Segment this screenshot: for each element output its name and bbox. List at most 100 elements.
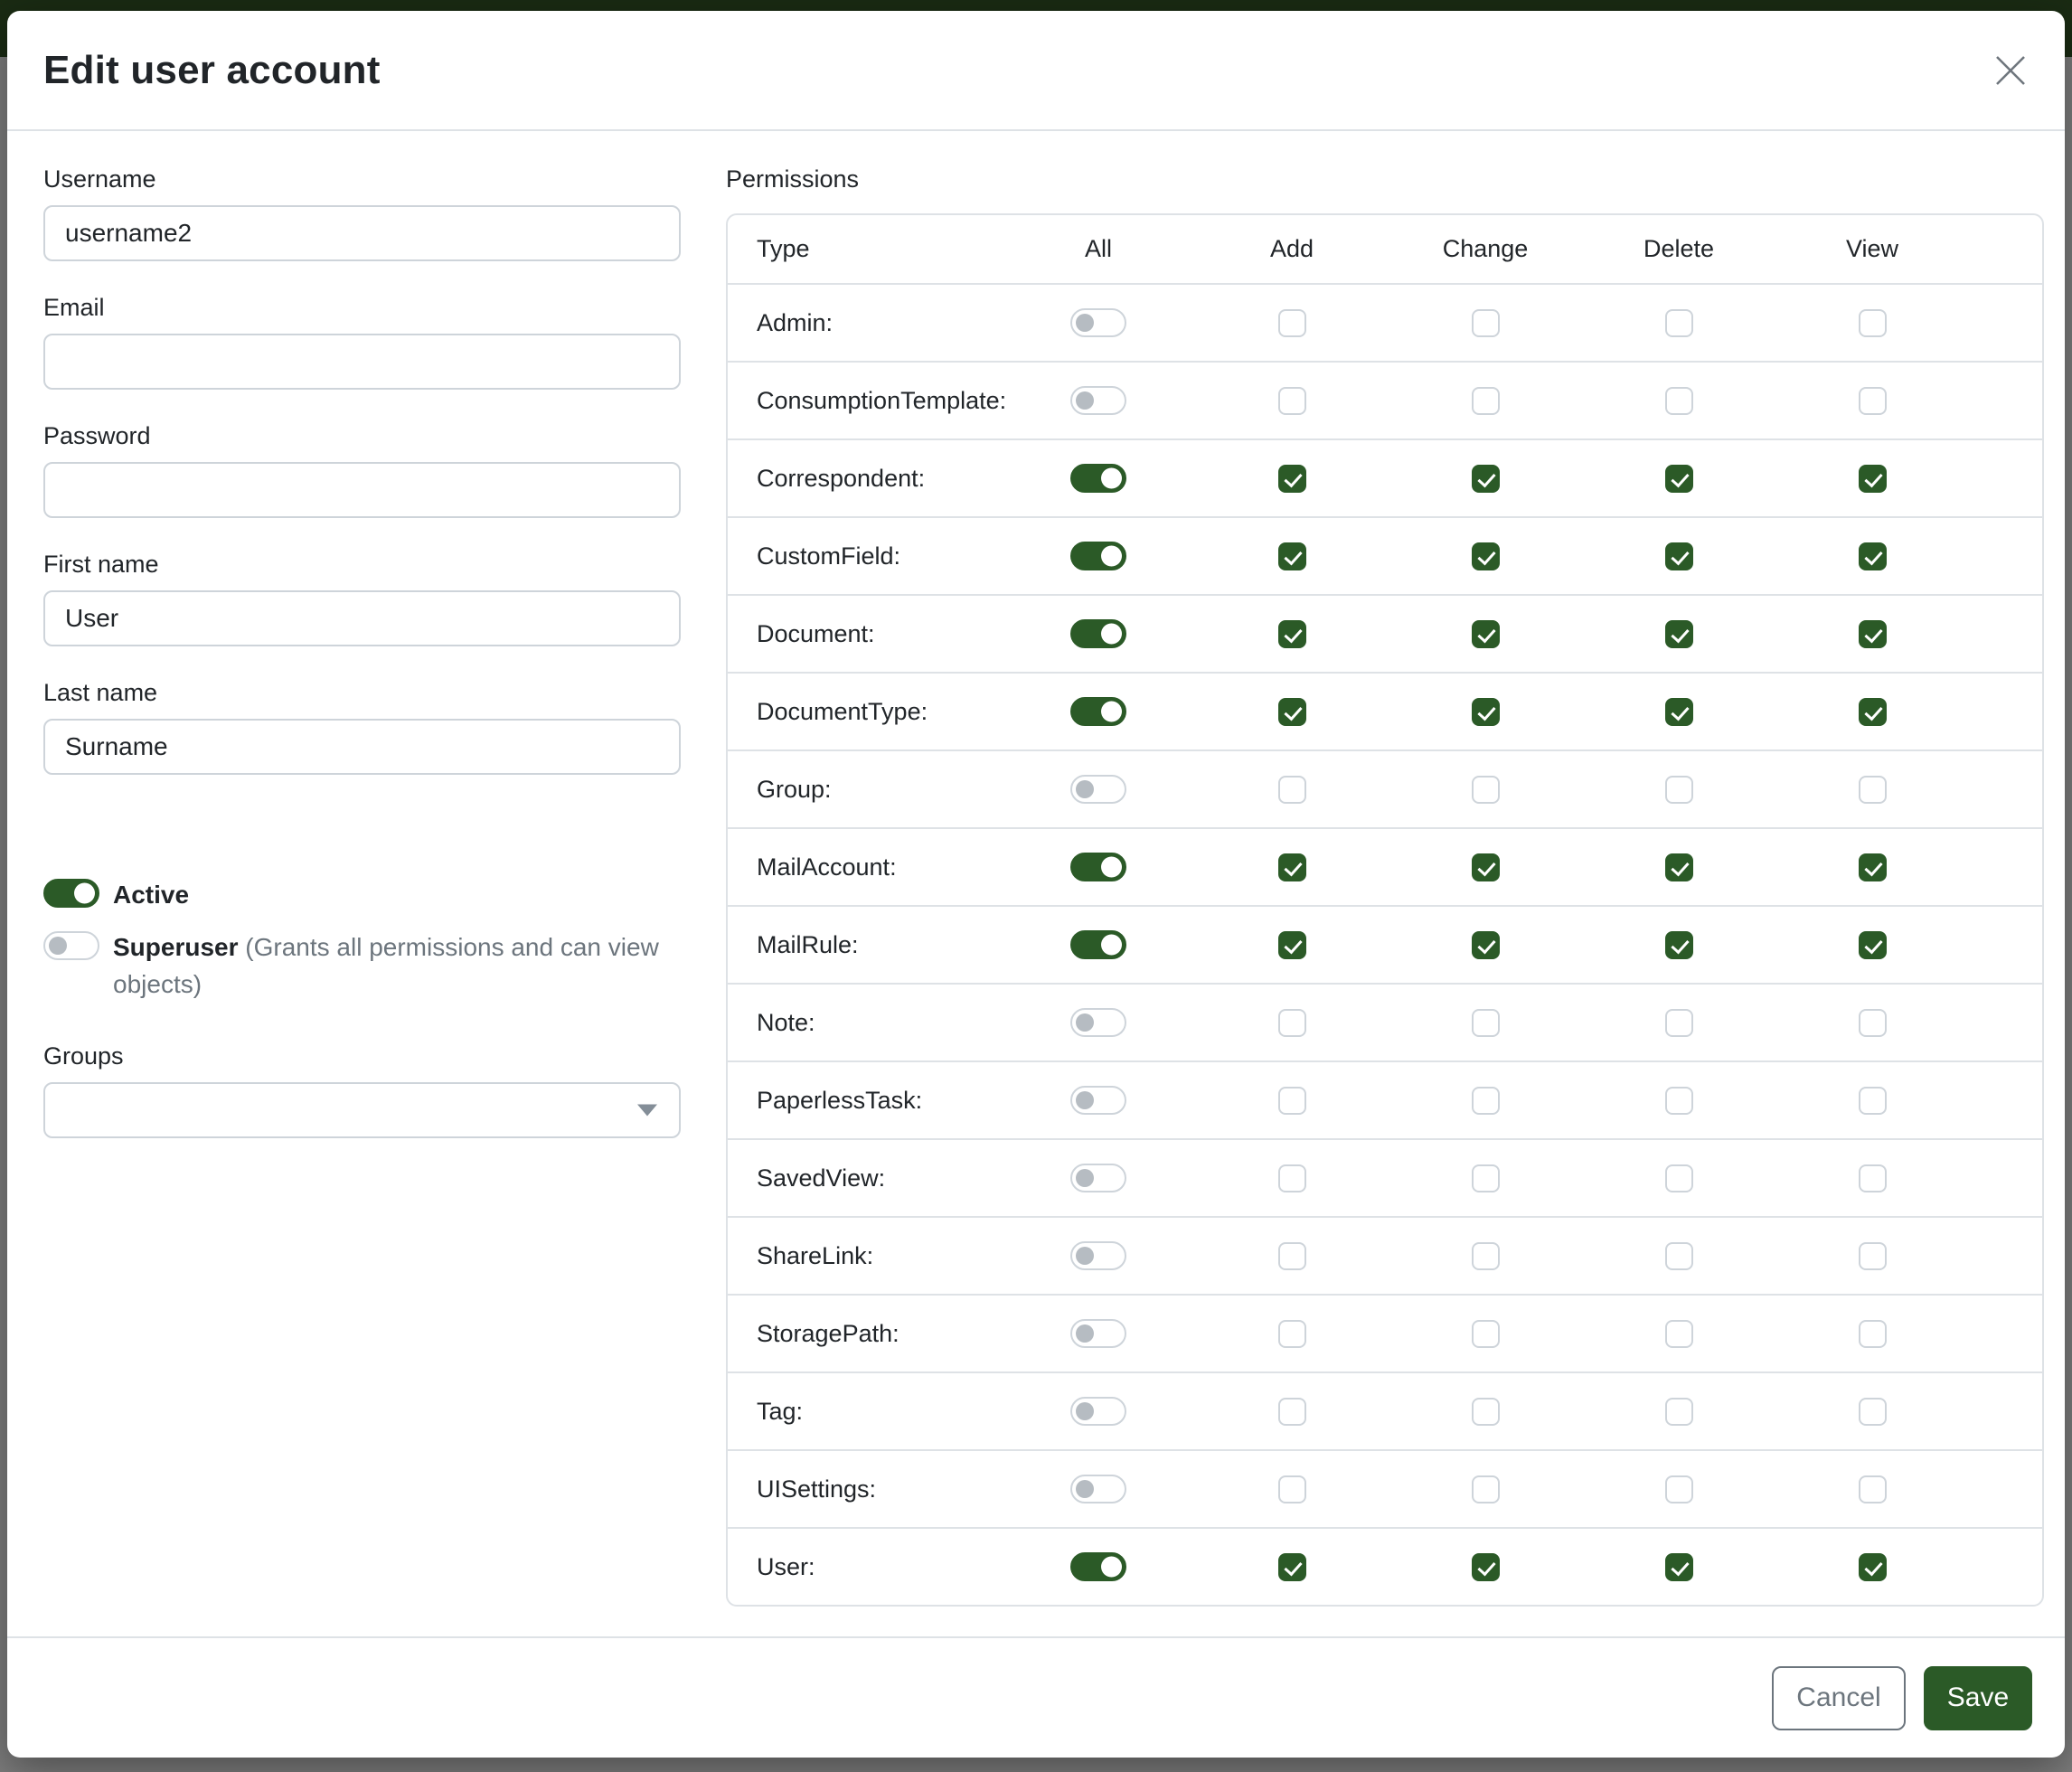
permission-view-checkbox[interactable] [1859,1398,1887,1426]
permission-change-checkbox[interactable] [1472,1475,1500,1503]
permission-all-toggle[interactable] [1070,1319,1126,1348]
permission-change-checkbox[interactable] [1472,542,1500,570]
groups-select[interactable] [43,1082,681,1138]
permission-add-checkbox[interactable] [1278,698,1306,726]
permission-view-checkbox[interactable] [1859,1087,1887,1115]
permission-change-checkbox[interactable] [1472,309,1500,337]
permission-all-toggle[interactable] [1070,542,1126,570]
email-label: Email [43,294,681,322]
permission-delete-checkbox[interactable] [1665,698,1693,726]
permission-view-checkbox[interactable] [1859,387,1887,415]
permission-change-checkbox[interactable] [1472,853,1500,881]
permission-add-checkbox[interactable] [1278,1553,1306,1581]
permission-change-checkbox[interactable] [1472,1009,1500,1037]
permission-delete-checkbox[interactable] [1665,1087,1693,1115]
permission-view-checkbox[interactable] [1859,698,1887,726]
permission-delete-checkbox[interactable] [1665,1398,1693,1426]
permission-add-checkbox[interactable] [1278,931,1306,959]
permission-change-checkbox[interactable] [1472,1087,1500,1115]
permission-all-toggle[interactable] [1070,1241,1126,1270]
permission-add-checkbox[interactable] [1278,1398,1306,1426]
permission-add-checkbox[interactable] [1278,776,1306,804]
active-toggle[interactable] [43,879,99,908]
permission-delete-checkbox[interactable] [1665,931,1693,959]
superuser-toggle[interactable] [43,931,99,960]
permission-all-toggle[interactable] [1070,308,1126,337]
permission-row: CustomField: [728,516,2042,594]
permission-add-checkbox[interactable] [1278,542,1306,570]
permission-delete-checkbox[interactable] [1665,1009,1693,1037]
permission-add-checkbox[interactable] [1278,1242,1306,1270]
permission-add-checkbox[interactable] [1278,1475,1306,1503]
permission-view-checkbox[interactable] [1859,1320,1887,1348]
permission-view-checkbox[interactable] [1859,1164,1887,1192]
first-name-input[interactable] [43,590,681,646]
permission-all-toggle[interactable] [1070,619,1126,648]
permission-change-checkbox[interactable] [1472,620,1500,648]
permission-view-checkbox[interactable] [1859,931,1887,959]
permission-view-checkbox[interactable] [1859,465,1887,493]
permission-all-toggle[interactable] [1070,930,1126,959]
email-input[interactable] [43,334,681,390]
close-button[interactable] [1987,47,2034,94]
permission-all-toggle[interactable] [1070,1475,1126,1503]
last-name-input[interactable] [43,719,681,775]
permission-change-checkbox[interactable] [1472,1553,1500,1581]
permission-change-checkbox[interactable] [1472,1398,1500,1426]
save-button[interactable]: Save [1924,1666,2032,1730]
permission-view-checkbox[interactable] [1859,309,1887,337]
permission-all-toggle[interactable] [1070,697,1126,726]
permission-delete-checkbox[interactable] [1665,387,1693,415]
permission-change-checkbox[interactable] [1472,1242,1500,1270]
superuser-switch-row: Superuser (Grants all permissions and ca… [43,928,681,1003]
permission-add-checkbox[interactable] [1278,465,1306,493]
permission-add-checkbox[interactable] [1278,309,1306,337]
permission-delete-checkbox[interactable] [1665,1553,1693,1581]
permission-change-checkbox[interactable] [1472,387,1500,415]
permission-all-toggle[interactable] [1070,853,1126,881]
permission-add-checkbox[interactable] [1278,387,1306,415]
permission-add-checkbox[interactable] [1278,1009,1306,1037]
permission-change-checkbox[interactable] [1472,776,1500,804]
permission-view-checkbox[interactable] [1859,542,1887,570]
permission-all-toggle[interactable] [1070,464,1126,493]
permission-all-toggle[interactable] [1070,386,1126,415]
permission-all-toggle[interactable] [1070,1397,1126,1426]
permission-all-toggle[interactable] [1070,1164,1126,1192]
permission-change-checkbox[interactable] [1472,698,1500,726]
permission-view-checkbox[interactable] [1859,853,1887,881]
password-input[interactable] [43,462,681,518]
permission-all-toggle[interactable] [1070,775,1126,804]
permission-delete-checkbox[interactable] [1665,1475,1693,1503]
permission-view-checkbox[interactable] [1859,776,1887,804]
permission-delete-checkbox[interactable] [1665,853,1693,881]
permission-change-checkbox[interactable] [1472,1164,1500,1192]
permission-delete-checkbox[interactable] [1665,309,1693,337]
permission-delete-checkbox[interactable] [1665,1242,1693,1270]
permission-delete-checkbox[interactable] [1665,1164,1693,1192]
permission-change-checkbox[interactable] [1472,931,1500,959]
permission-delete-checkbox[interactable] [1665,465,1693,493]
permission-view-checkbox[interactable] [1859,1475,1887,1503]
permission-all-toggle[interactable] [1070,1086,1126,1115]
permission-view-checkbox[interactable] [1859,620,1887,648]
permission-delete-checkbox[interactable] [1665,620,1693,648]
permission-delete-checkbox[interactable] [1665,776,1693,804]
permission-add-checkbox[interactable] [1278,853,1306,881]
cancel-button[interactable]: Cancel [1772,1666,1906,1730]
permission-delete-checkbox[interactable] [1665,1320,1693,1348]
permission-view-checkbox[interactable] [1859,1553,1887,1581]
permission-all-toggle[interactable] [1070,1008,1126,1037]
permission-view-checkbox[interactable] [1859,1242,1887,1270]
permission-all-toggle[interactable] [1070,1552,1126,1581]
username-input[interactable] [43,205,681,261]
permission-change-checkbox[interactable] [1472,465,1500,493]
permission-delete-checkbox[interactable] [1665,542,1693,570]
permission-add-checkbox[interactable] [1278,1164,1306,1192]
permission-row: Document: [728,594,2042,672]
permission-add-checkbox[interactable] [1278,1320,1306,1348]
permission-view-checkbox[interactable] [1859,1009,1887,1037]
permission-change-checkbox[interactable] [1472,1320,1500,1348]
permission-add-checkbox[interactable] [1278,1087,1306,1115]
permission-add-checkbox[interactable] [1278,620,1306,648]
